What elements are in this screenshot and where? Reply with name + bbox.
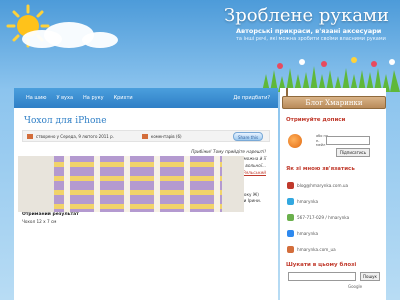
post-date: створено у Середа, 9 лютого 2011 р. <box>36 133 114 139</box>
nav-item-neck[interactable]: На шию <box>26 95 46 101</box>
contact-email[interactable]: blog@hmarynka.com.ua <box>287 182 348 189</box>
post-comments-link[interactable]: коментарів (6) <box>151 134 182 139</box>
nav-item-hand[interactable]: На руку <box>83 95 104 101</box>
contact-skype[interactable]: hmarynka <box>287 230 318 237</box>
site-tagline: та інші речі, які можна зробити своїми в… <box>236 36 386 42</box>
comment-icon <box>141 133 148 139</box>
sign-post <box>286 88 288 96</box>
search-button[interactable]: Пошук <box>360 272 380 281</box>
share-button[interactable]: Share this <box>233 132 263 141</box>
contact-text: 567-717-029 / hmarynka <box>297 215 350 220</box>
epigraph-line: Прибіжи! Тому прийдіте нарешті! <box>191 149 266 154</box>
contact-heading: Як зі мною зв'язатись <box>286 166 355 172</box>
post-meta-bar: створено у Середа, 9 лютого 2011 р. коме… <box>22 130 270 142</box>
contact-phone[interactable]: 567-717-029 / hmarynka <box>287 214 349 221</box>
site-subtitle: Авторські прикраси, в'язані аксесуари <box>236 27 382 35</box>
mail-icon <box>287 182 294 189</box>
google-logo: Google <box>348 284 363 289</box>
section-heading-result: Отриманий результат <box>22 212 79 217</box>
cloud-decoration <box>82 32 118 48</box>
blog-search-input[interactable] <box>288 272 356 281</box>
nav-item-ears[interactable]: У вуха <box>56 95 73 101</box>
skype-icon <box>287 230 294 237</box>
nav-where-to-buy[interactable]: Де придбати? <box>233 95 270 101</box>
twitter-icon <box>287 198 294 205</box>
post-title[interactable]: Чохол для iPhone <box>24 116 278 126</box>
post-photo[interactable] <box>18 156 244 212</box>
rss-icon[interactable] <box>288 134 302 148</box>
nav-item-crumbs[interactable]: Крихти <box>114 95 133 101</box>
search-heading: Шукати в цьому блозі <box>286 262 357 268</box>
email-subscribe-input[interactable] <box>326 136 370 145</box>
blog-label-sign[interactable]: Блог Хмаринки <box>282 96 386 109</box>
contact-text: hmarynka.com_ua <box>297 247 336 252</box>
site-title[interactable]: Зроблене руками <box>224 5 389 26</box>
contact-text: blog@hmarynka.com.ua <box>297 183 349 188</box>
contact-text: hmarynka <box>297 199 319 204</box>
contact-twitter[interactable]: hmarynka <box>287 198 318 205</box>
contact-web[interactable]: hmarynka.com_ua <box>287 246 336 253</box>
grass-flowers-illustration <box>262 57 400 92</box>
calendar-icon <box>27 133 33 139</box>
top-navbar: На шию У вуха На руку Крихти Де придбати… <box>14 88 278 108</box>
web-icon <box>287 246 294 253</box>
knitted-case-image <box>54 156 222 212</box>
contact-text: hmarynka <box>297 231 319 236</box>
post-size-text: Чохол 12 х 7 см <box>22 219 57 224</box>
phone-icon <box>287 214 294 221</box>
subscribe-button[interactable]: Підписатись <box>336 148 370 157</box>
subscribe-heading: Отримуйте дописи <box>286 117 346 123</box>
